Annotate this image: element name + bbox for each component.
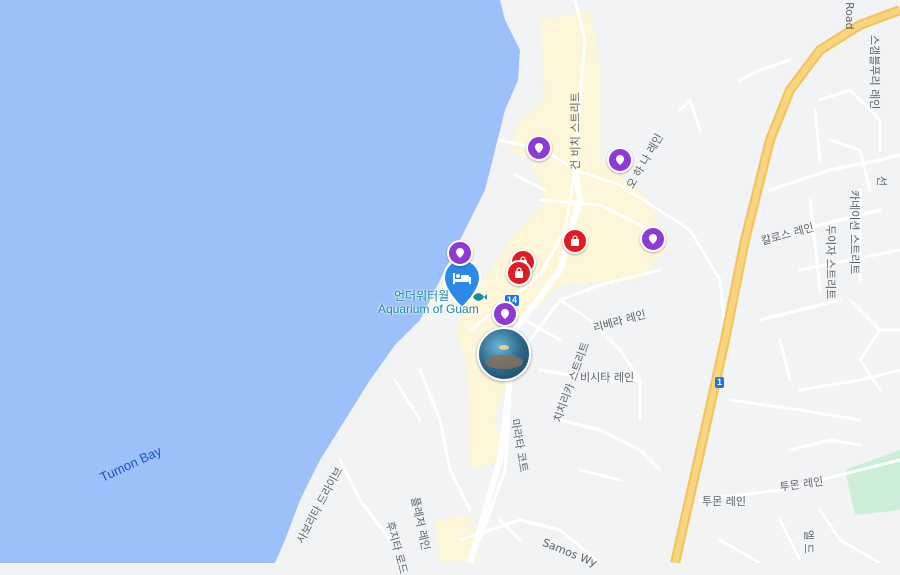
street-label: 투몬 레인	[702, 495, 746, 508]
pin-icon	[501, 309, 509, 319]
shopping-bag-icon	[515, 267, 523, 278]
street-label: 두이자 스트리트	[824, 225, 837, 300]
street-label: 카네이션 스트리트	[848, 190, 861, 275]
shopping-marker[interactable]	[506, 260, 532, 286]
attraction-marker[interactable]	[447, 240, 473, 266]
street-label: 건 비치 스트리트	[569, 92, 582, 170]
poi-label-ko[interactable]: 언더워터월	[394, 290, 449, 302]
pin-icon	[616, 155, 624, 165]
photo-thumbnail-marker[interactable]	[477, 327, 531, 381]
street-label: 선	[875, 176, 888, 187]
highway-1-shield: 1	[715, 377, 725, 388]
shopping-marker[interactable]	[562, 228, 588, 254]
pin-icon	[456, 248, 464, 258]
street-label: 비시타 레인	[580, 371, 635, 384]
street-label: 스갬블푸리 레인	[868, 35, 881, 110]
attraction-marker[interactable]	[526, 135, 552, 161]
attraction-marker[interactable]	[640, 226, 666, 252]
pin-icon	[535, 143, 543, 153]
street-label: 엘 드	[802, 530, 815, 554]
reef-image	[485, 355, 523, 369]
street-label: Road	[843, 2, 856, 30]
fish-image	[499, 345, 509, 350]
attraction-marker[interactable]	[492, 301, 518, 327]
poi-label-en[interactable]: Aquarium of Guam	[378, 303, 479, 315]
aquarium-icon	[473, 293, 487, 301]
attraction-marker[interactable]	[607, 147, 633, 173]
shopping-bag-icon	[571, 235, 579, 246]
pin-icon	[649, 234, 657, 244]
